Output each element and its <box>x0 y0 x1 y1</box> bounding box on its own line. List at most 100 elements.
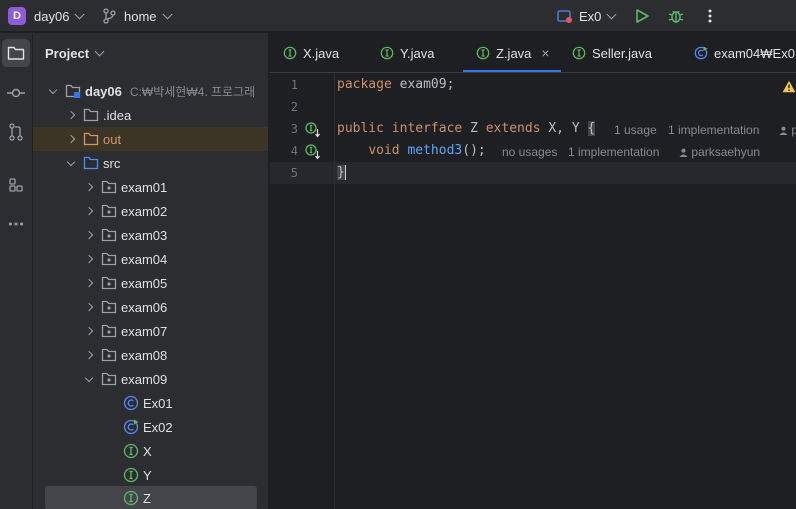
implemented-marker-icon[interactable] <box>305 144 321 160</box>
code-line-5: } <box>337 165 346 180</box>
debug-button[interactable] <box>668 0 684 32</box>
more-toolwindows-button[interactable] <box>2 210 30 238</box>
project-switcher[interactable]: D day06 <box>8 0 85 32</box>
interface-icon <box>380 46 394 60</box>
tree-item-idea[interactable]: .idea <box>33 103 268 127</box>
run-config-icon <box>557 10 572 23</box>
run-button[interactable] <box>634 0 650 32</box>
project-panel-title: Project <box>45 46 90 61</box>
branch-switcher[interactable]: home <box>102 0 172 32</box>
tree-item-file[interactable]: X <box>33 439 268 463</box>
tab-x-java[interactable]: X.java <box>283 33 339 72</box>
project-toolwindow-button[interactable] <box>2 39 30 67</box>
chevron-down-icon <box>162 9 172 19</box>
code-keyword: public <box>337 121 384 136</box>
tree-item-out[interactable]: out <box>33 127 268 151</box>
tree-item-package-expanded[interactable]: exam09 <box>33 367 268 391</box>
tree-label-out: out <box>103 131 122 147</box>
implementations-hint[interactable]: 1 implementation <box>568 145 659 159</box>
tree-item-package[interactable]: exam01 <box>33 175 268 199</box>
project-name: day06 <box>34 8 70 24</box>
tab-label: Y.java <box>400 45 435 61</box>
interface-icon <box>123 443 139 459</box>
tree-label-root: day06 <box>85 83 122 99</box>
tree-item-file[interactable]: Y <box>33 463 268 487</box>
tree-item-root[interactable]: day06 C:₩박세현₩4. 프로그래 <box>33 79 268 103</box>
class-main-icon <box>694 46 708 60</box>
interface-icon <box>476 46 490 60</box>
tab-y-java[interactable]: Y.java <box>380 33 435 72</box>
collapse-arrow-icon <box>84 278 94 288</box>
tree-label-package: exam02 <box>121 203 168 219</box>
expand-arrow-icon <box>66 157 76 166</box>
branch-name: home <box>124 8 157 24</box>
line-number: 4 <box>290 144 298 158</box>
tree-item-file[interactable]: Ex01 <box>33 391 268 415</box>
tree-item-package[interactable]: exam04 <box>33 247 268 271</box>
tree-item-package[interactable]: exam03 <box>33 223 268 247</box>
interface-icon <box>572 46 586 60</box>
code-keyword: void <box>368 143 400 158</box>
tree-label-package: exam01 <box>121 179 168 195</box>
chevron-down-icon <box>606 9 617 19</box>
implemented-marker-icon[interactable] <box>305 122 321 138</box>
project-panel-header[interactable]: Project <box>45 46 105 61</box>
tree-label-file: X <box>143 443 152 459</box>
commit-toolwindow-button[interactable] <box>2 79 30 107</box>
tree-item-package[interactable]: exam05 <box>33 271 268 295</box>
tree-label-package: exam07 <box>121 323 168 339</box>
code-brace: } <box>337 165 345 180</box>
close-icon[interactable]: × <box>541 45 549 61</box>
tab-z-java[interactable]: Z.java × <box>476 33 550 72</box>
title-bar: D day06 home Ex0 <box>0 0 796 32</box>
structure-toolwindow-button[interactable] <box>2 171 30 199</box>
tab-label: exam04₩Ex0 <box>714 45 795 61</box>
collapse-arrow-icon <box>84 350 94 360</box>
usages-hint[interactable]: 1 usage <box>614 123 657 137</box>
code-method-name: method3 <box>407 143 463 158</box>
more-actions-button[interactable] <box>703 0 717 32</box>
tree-label-package: exam03 <box>121 227 168 243</box>
package-icon <box>101 179 117 195</box>
tree-item-src[interactable]: src <box>33 151 268 175</box>
tree-item-file-selected[interactable]: Z <box>33 486 268 509</box>
module-folder-icon <box>65 83 81 99</box>
tree-item-package[interactable]: exam02 <box>33 199 268 223</box>
pull-requests-toolwindow-button[interactable] <box>2 118 30 146</box>
package-icon <box>101 275 117 291</box>
tree-label-idea: .idea <box>103 107 132 123</box>
line-number: 2 <box>290 100 298 114</box>
tree-item-file[interactable]: Ex02 <box>33 415 268 439</box>
package-icon <box>101 227 117 243</box>
code-text: X, Y <box>540 121 588 136</box>
tree-item-package[interactable]: exam06 <box>33 295 268 319</box>
package-icon <box>101 299 117 315</box>
code-text: Z <box>462 121 486 136</box>
code-keyword: extends <box>485 121 541 136</box>
run-config-selector[interactable]: Ex0 <box>557 0 617 32</box>
collapse-arrow-icon <box>84 182 94 192</box>
code-line-4: void method3(); <box>337 143 485 158</box>
line-number: 1 <box>290 78 298 92</box>
tab-exam04-ex0[interactable]: exam04₩Ex0 <box>694 33 795 72</box>
collapse-arrow-icon <box>66 134 76 144</box>
tree-item-package[interactable]: exam07 <box>33 319 268 343</box>
tab-seller-java[interactable]: Seller.java <box>572 33 652 72</box>
project-badge: D <box>8 7 26 25</box>
excluded-folder-icon <box>83 131 99 147</box>
play-icon <box>636 9 649 23</box>
tree-label-package: exam08 <box>121 347 168 363</box>
tool-window-bar <box>0 33 33 509</box>
author-hint[interactable]: parksaehyun <box>679 145 760 159</box>
tree-item-package[interactable]: exam08 <box>33 343 268 367</box>
author-hint[interactable]: p <box>779 123 796 137</box>
tree-path-root: C:₩박세현₩4. 프로그래 <box>129 84 256 99</box>
code-editor[interactable]: 1 2 3 4 5 package exam09; public interfa… <box>270 73 796 509</box>
usages-hint[interactable]: no usages <box>502 145 557 159</box>
implementations-hint[interactable]: 1 implementation <box>668 123 759 137</box>
tree-label-file: Ex02 <box>143 419 173 435</box>
expand-arrow-icon <box>84 373 94 382</box>
interface-icon <box>123 490 139 506</box>
collapse-arrow-icon <box>84 230 94 240</box>
warning-icon[interactable] <box>782 80 796 93</box>
